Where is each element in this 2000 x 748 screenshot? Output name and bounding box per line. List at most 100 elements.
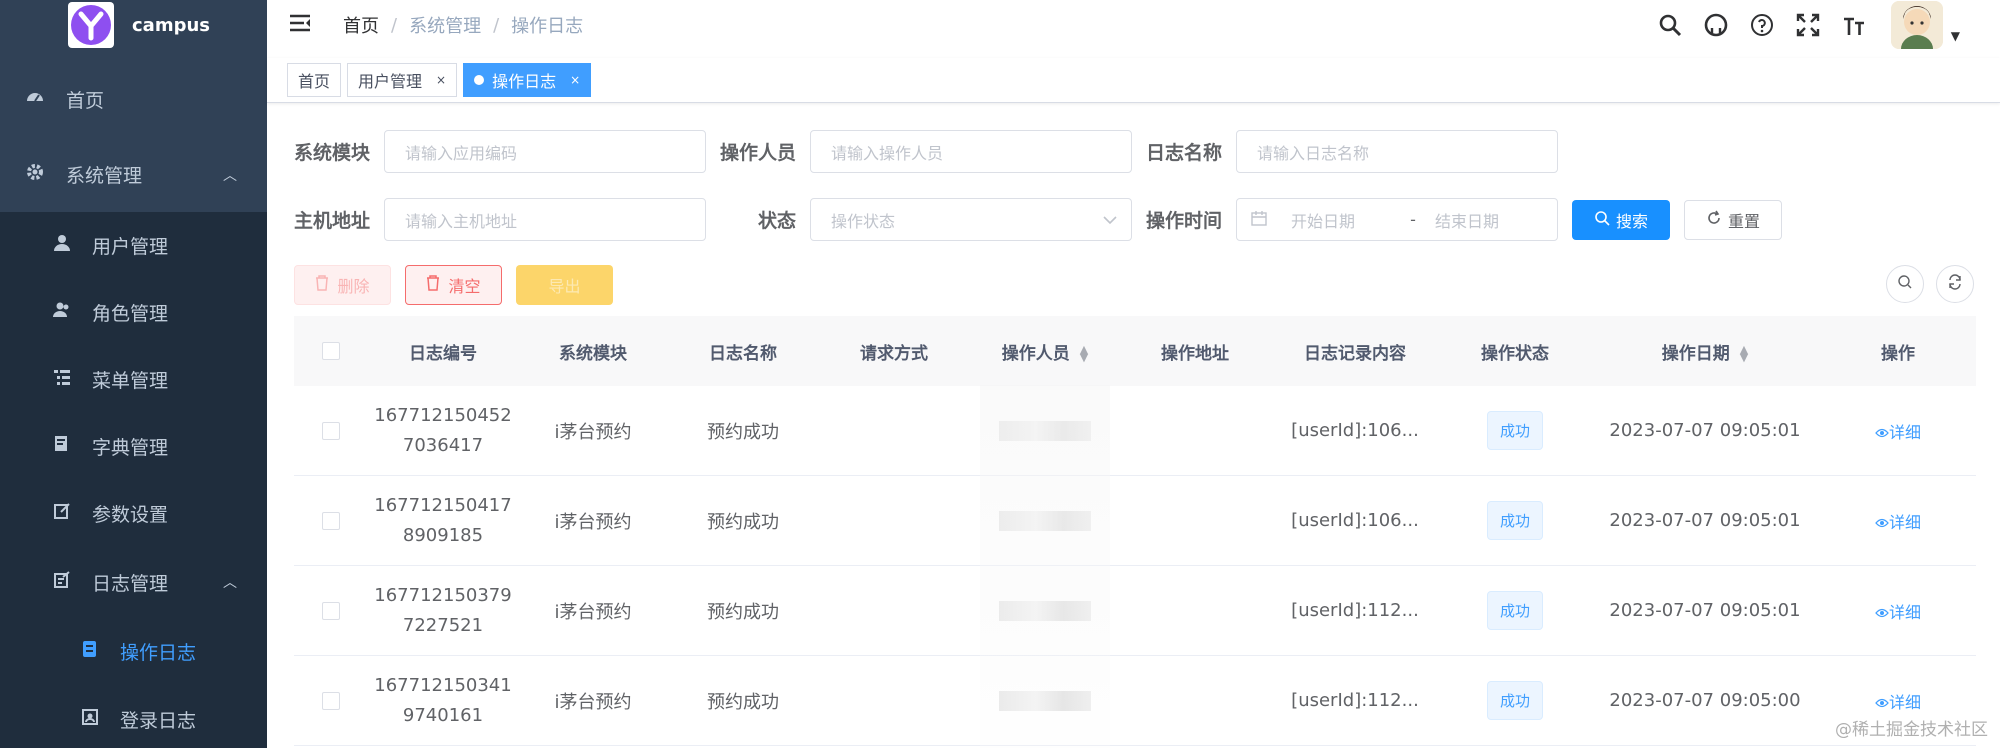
sidebar-item-home[interactable]: 首页 <box>0 62 267 137</box>
log-id-line: 167712150452 <box>374 404 512 426</box>
checkbox-cell <box>294 421 368 440</box>
search-button[interactable]: 搜索 <box>1572 199 1670 240</box>
sidebar-item-label: 日志管理 <box>92 572 169 595</box>
logo[interactable]: campus <box>0 0 267 50</box>
tag-oper-log[interactable]: 操作日志 × <box>463 63 592 97</box>
detail-link-label: 详细 <box>1888 602 1921 622</box>
action-cell: 详细 <box>1820 419 1976 443</box>
tag-label: 操作日志 <box>492 72 557 91</box>
dict-icon <box>52 435 72 458</box>
column-header: 操作人员 <box>1001 343 1070 364</box>
detail-link[interactable]: 详细 <box>1875 603 1921 622</box>
row-checkbox[interactable] <box>322 421 340 440</box>
module-cell: i茅台预约 <box>554 601 632 623</box>
eye-icon <box>1875 513 1889 532</box>
avatar[interactable] <box>1890 1 1943 49</box>
logo-icon <box>68 2 114 48</box>
breadcrumb-item[interactable]: 系统管理 <box>409 12 481 38</box>
sidebar-item-roles[interactable]: 角色管理 <box>0 279 267 346</box>
form-icon <box>80 640 100 663</box>
sidebar-item-logs[interactable]: 日志管理 ︿ <box>0 547 267 617</box>
row-checkbox[interactable] <box>322 511 340 530</box>
host-input[interactable]: 请输入主机地址 <box>384 198 706 241</box>
peoples-icon <box>52 301 72 324</box>
sidebar-item-params[interactable]: 参数设置 <box>0 480 267 547</box>
content-cell: [userId]:112... <box>1291 600 1419 621</box>
detail-link[interactable]: 详细 <box>1875 423 1921 442</box>
sort-icon[interactable]: ▲ ▼ <box>1080 344 1088 363</box>
delete-button[interactable]: 删除 <box>294 265 391 305</box>
tags-view: 首页 用户管理 × 操作日志 × <box>267 58 2000 103</box>
github-icon[interactable] <box>1703 12 1729 38</box>
close-icon[interactable]: × <box>436 73 446 87</box>
log-id-line: 7036417 <box>402 434 484 456</box>
eye-icon <box>1875 423 1889 442</box>
reset-button[interactable]: 重置 <box>1684 199 1782 240</box>
date-range-picker[interactable]: 开始日期 - 结束日期 <box>1236 198 1558 241</box>
breadcrumb-item[interactable]: 首页 <box>343 12 379 38</box>
module-input[interactable]: 请输入应用编码 <box>384 130 706 173</box>
log-id-line: 167712150417 <box>374 494 512 516</box>
clear-button[interactable]: 清空 <box>405 265 502 305</box>
sidebar-item-dict[interactable]: 字典管理 <box>0 413 267 480</box>
start-date-input[interactable]: 开始日期 <box>1291 208 1401 232</box>
column-header-sortable[interactable]: 操作人员 ▲ ▼ <box>970 339 1120 364</box>
help-icon[interactable] <box>1749 12 1775 38</box>
tag-label: 用户管理 <box>358 72 423 91</box>
table-row: 167712150417 8909185 i茅台预约 预约成功 [userId]… <box>294 476 1976 566</box>
clear-button-label: 清空 <box>448 277 481 296</box>
select-all-checkbox[interactable] <box>322 342 340 360</box>
caret-down-icon[interactable]: ▼ <box>1951 29 1960 43</box>
refresh-icon <box>1706 210 1722 230</box>
search-row-1: 系统模块 请输入应用编码 操作人员 请输入操作人员 日志名称 请输入日志名称 <box>294 130 1558 173</box>
tag-users[interactable]: 用户管理 × <box>347 63 458 97</box>
sidebar-item-label: 操作日志 <box>120 641 197 664</box>
log-id-line: 8909185 <box>402 524 484 546</box>
toggle-search-button[interactable] <box>1886 265 1924 303</box>
refresh-button[interactable] <box>1936 265 1974 303</box>
hamburger-icon[interactable] <box>289 13 311 37</box>
search-icon <box>1897 274 1913 294</box>
status-select[interactable]: 操作状态 <box>810 198 1132 241</box>
sidebar-item-users[interactable]: 用户管理 <box>0 212 267 279</box>
content-cell: [userId]:106... <box>1291 510 1419 531</box>
breadcrumb-item: 操作日志 <box>511 16 584 37</box>
logname-input[interactable]: 请输入日志名称 <box>1236 130 1558 173</box>
sidebar-item-label: 字典管理 <box>92 437 169 459</box>
sidebar-item-label: 角色管理 <box>92 303 169 325</box>
log-id-line: 9740161 <box>402 704 484 726</box>
status-cell: 成功 <box>1440 501 1590 540</box>
sidebar-item-menus[interactable]: 菜单管理 <box>0 346 267 413</box>
sidebar-item-oper-log[interactable]: 操作日志 <box>0 617 267 685</box>
log-icon <box>52 570 72 594</box>
detail-link-label: 详细 <box>1888 512 1921 532</box>
export-button[interactable]: 导出 <box>516 265 613 305</box>
log-id-line: 7227521 <box>402 614 484 636</box>
logo-text: campus <box>132 14 210 36</box>
column-header: 系统模块 <box>559 343 627 364</box>
delete-button-label: 删除 <box>337 277 370 296</box>
tag-home[interactable]: 首页 <box>287 63 342 97</box>
sort-icon[interactable]: ▲ ▼ <box>1740 344 1748 363</box>
search-icon[interactable] <box>1657 12 1683 38</box>
column-header-sortable[interactable]: 操作日期 ▲ ▼ <box>1590 339 1820 364</box>
operator-input[interactable]: 请输入操作人员 <box>810 130 1132 173</box>
detail-link[interactable]: 详细 <box>1875 513 1921 532</box>
column-header: 日志名称 <box>709 343 777 364</box>
dashboard-icon <box>24 87 46 112</box>
host-label: 主机地址 <box>294 210 371 232</box>
refresh-icon <box>1947 274 1963 294</box>
status-badge: 成功 <box>1486 411 1543 450</box>
row-checkbox[interactable] <box>322 691 340 710</box>
end-date-input[interactable]: 结束日期 <box>1435 208 1499 232</box>
sidebar-item-login-log[interactable]: 登录日志 <box>0 685 267 748</box>
fullscreen-icon[interactable] <box>1795 12 1821 38</box>
calendar-icon <box>1251 210 1267 230</box>
font-size-icon[interactable] <box>1841 12 1867 38</box>
detail-link[interactable]: 详细 <box>1875 693 1921 712</box>
close-icon[interactable]: × <box>570 73 580 87</box>
sidebar-item-system[interactable]: 系统管理 ︿ <box>0 137 267 212</box>
status-badge: 成功 <box>1486 591 1543 630</box>
gear-icon <box>24 162 46 187</box>
row-checkbox[interactable] <box>322 601 340 620</box>
